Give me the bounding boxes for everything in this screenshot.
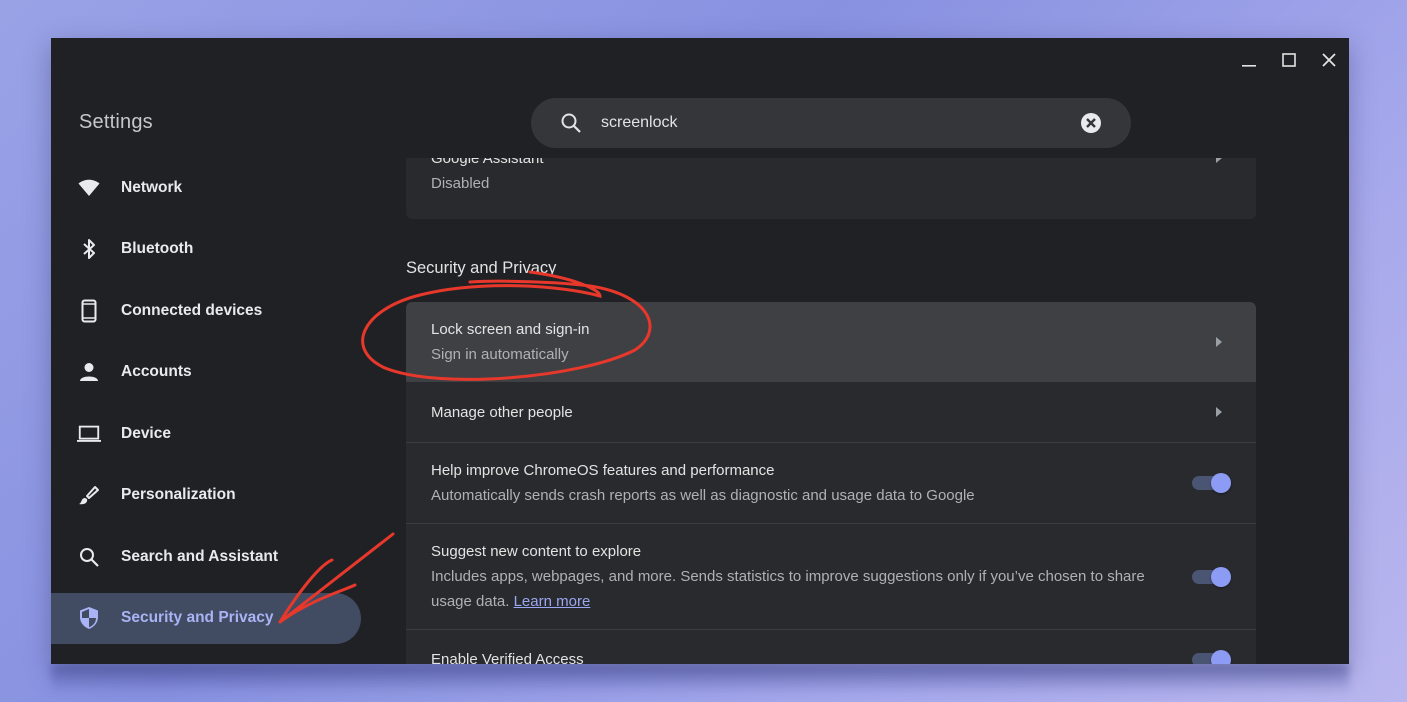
google-assistant-card: Google Assistant Disabled: [406, 158, 1256, 219]
sidebar-item-personalization[interactable]: Personalization: [51, 470, 361, 521]
sidebar-item-accounts[interactable]: Accounts: [51, 347, 361, 398]
toggle-knob: [1211, 473, 1231, 493]
wifi-icon: [77, 176, 101, 200]
row-subtitle: Disabled: [431, 175, 490, 192]
sidebar-item-label: Accounts: [121, 363, 192, 380]
app-title: Settings: [79, 111, 153, 133]
person-icon: [77, 360, 101, 384]
sidebar-item-label: Personalization: [121, 486, 236, 503]
lock-screen-row[interactable]: Lock screen and sign-in Sign in automati…: [406, 302, 1256, 382]
verified-access-row: Enable Verified Access: [406, 629, 1256, 664]
row-subtitle: Automatically sends crash reports as wel…: [431, 487, 975, 504]
close-icon: [1322, 53, 1336, 67]
minimize-button[interactable]: [1229, 38, 1269, 82]
maximize-button[interactable]: [1269, 38, 1309, 82]
verified-access-toggle[interactable]: [1192, 650, 1232, 664]
sidebar-item-label: Bluetooth: [121, 240, 194, 257]
window-shadow: [51, 664, 1349, 694]
toggle-knob: [1211, 566, 1231, 587]
row-subtitle: Sign in automatically: [431, 346, 569, 363]
search-input[interactable]: [601, 114, 1080, 132]
sidebar-item-connected-devices[interactable]: Connected devices: [51, 285, 361, 336]
suggest-content-toggle[interactable]: [1192, 566, 1232, 587]
manage-other-people-row[interactable]: Manage other people: [406, 382, 1256, 442]
row-subtitle: Includes apps, webpages, and more. Sends…: [431, 564, 1162, 614]
window-controls: [1229, 38, 1349, 82]
row-title: Manage other people: [431, 403, 573, 421]
sidebar-item-label: Security and Privacy: [121, 609, 274, 626]
sidebar-item-label: Connected devices: [121, 301, 263, 319]
search-icon: [561, 113, 581, 133]
close-window-button[interactable]: [1309, 38, 1349, 82]
sidebar-item-bluetooth[interactable]: Bluetooth: [51, 224, 361, 275]
minimize-icon: [1242, 65, 1256, 67]
sidebar-nav: Network Bluetooth Connected devices Acco…: [51, 162, 361, 654]
suggest-content-row: Suggest new content to explore Includes …: [406, 523, 1256, 629]
sidebar-item-device[interactable]: Device: [51, 408, 361, 459]
search-field[interactable]: [531, 98, 1131, 148]
sidebar-item-search-and-assistant[interactable]: Search and Assistant: [51, 531, 361, 582]
row-title: Lock screen and sign-in: [431, 321, 590, 338]
bluetooth-icon: [77, 237, 101, 261]
laptop-icon: [77, 422, 101, 446]
security-privacy-card: Lock screen and sign-in Sign in automati…: [406, 302, 1256, 664]
row-title: Google Assistant: [431, 158, 544, 167]
brush-icon: [77, 483, 101, 507]
maximize-icon: [1282, 53, 1296, 67]
shield-icon: [77, 606, 101, 630]
google-assistant-row[interactable]: Google Assistant Disabled: [406, 158, 1256, 219]
sidebar-item-network[interactable]: Network: [51, 162, 361, 213]
chevron-right-icon: [1216, 158, 1222, 163]
sidebar-item-security-and-privacy[interactable]: Security and Privacy: [51, 592, 361, 644]
row-title: Suggest new content to explore: [431, 543, 642, 560]
sidebar-item-label: Network: [121, 178, 183, 196]
toggle-knob: [1211, 650, 1231, 664]
learn-more-link[interactable]: Learn more: [514, 593, 591, 610]
sidebar-item-label: Device: [121, 424, 171, 442]
search-icon: [77, 545, 101, 569]
row-title: Help improve ChromeOS features and perfo…: [431, 462, 775, 479]
settings-window: Settings Network Bluetooth Connected dev…: [51, 38, 1349, 664]
settings-content: Google Assistant Disabled Security and P…: [406, 158, 1256, 664]
chevron-right-icon: [1216, 337, 1222, 347]
phone-icon: [77, 299, 101, 323]
help-improve-toggle[interactable]: [1192, 473, 1232, 493]
sidebar-item-label: Search and Assistant: [121, 547, 279, 565]
row-title: Enable Verified Access: [431, 651, 584, 664]
section-title: Security and Privacy: [406, 259, 557, 277]
clear-search-icon[interactable]: [1080, 112, 1102, 134]
chevron-right-icon: [1216, 407, 1222, 417]
help-improve-row: Help improve ChromeOS features and perfo…: [406, 442, 1256, 523]
